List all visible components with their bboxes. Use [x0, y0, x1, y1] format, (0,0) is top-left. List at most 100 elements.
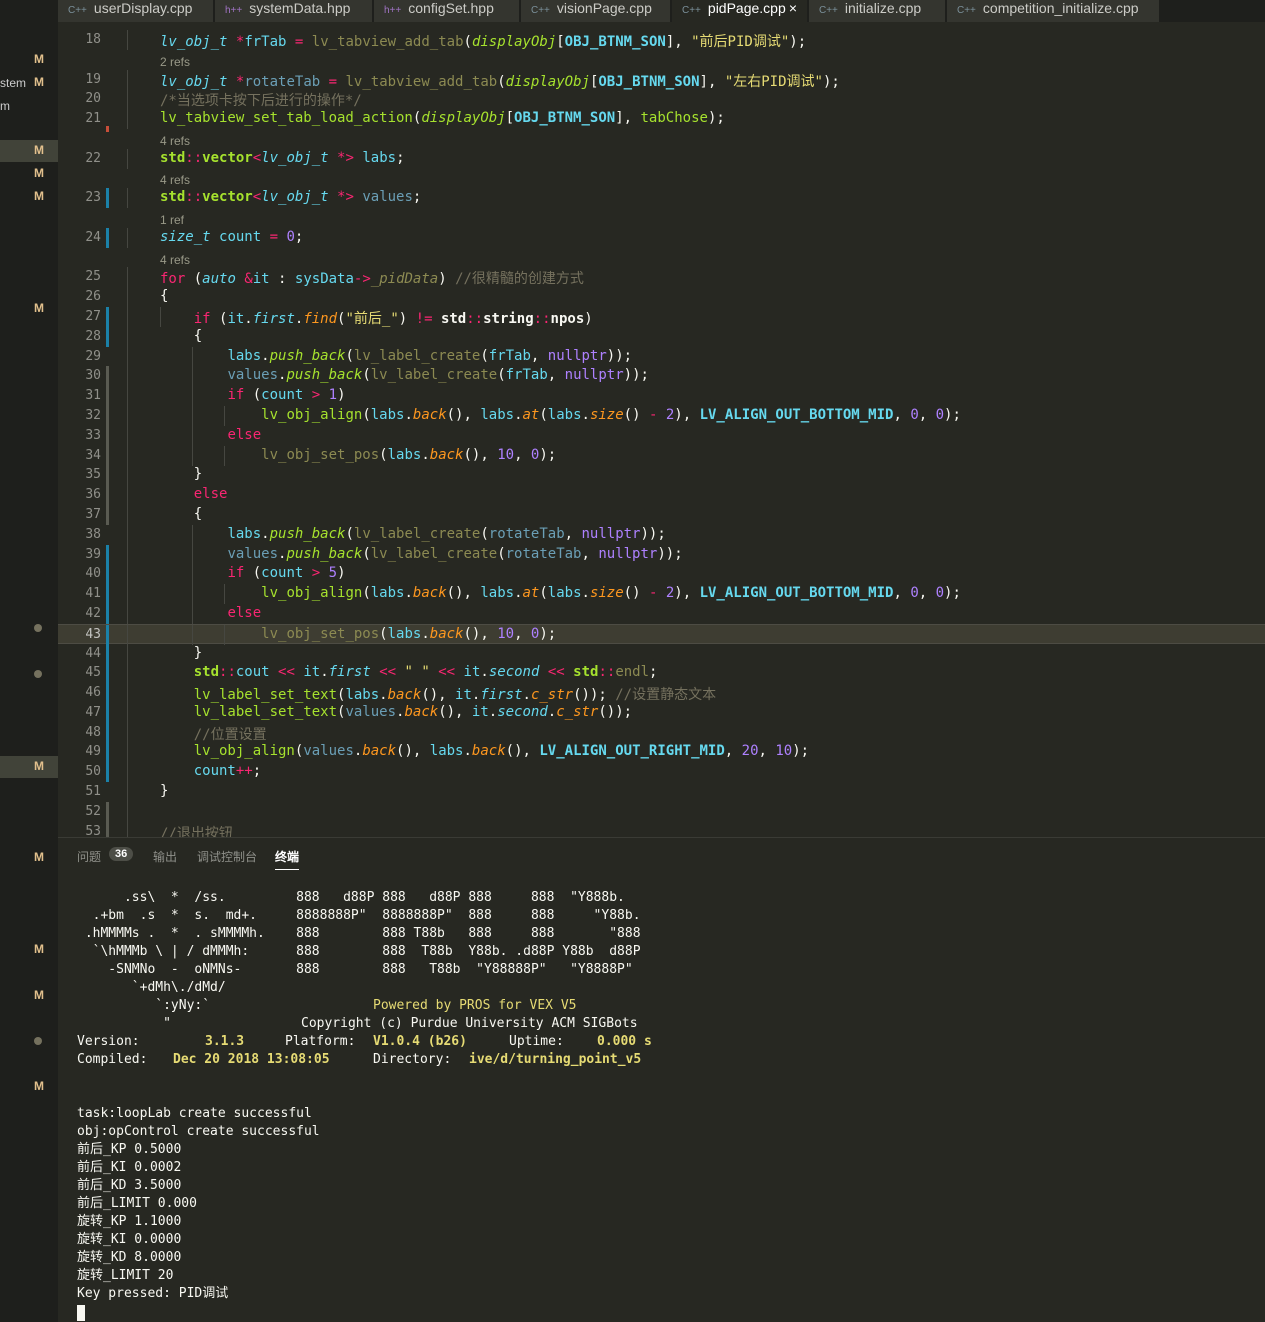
gutter-modified-marker[interactable]: [106, 327, 109, 347]
codelens-refs[interactable]: 4 refs: [160, 253, 190, 267]
explorer-item[interactable]: [0, 662, 58, 684]
codelens-refs[interactable]: 4 refs: [160, 173, 190, 187]
codelens-refs[interactable]: 2 refs: [160, 55, 190, 69]
tab-label: competition_initialize.cpp: [982, 0, 1139, 16]
banner-line: `\hMMMb \ | / dMMMh: 888 888 T88b Y88b. …: [77, 944, 641, 959]
gutter-marker[interactable]: [106, 465, 109, 485]
code-line: 44 }: [58, 644, 1265, 664]
directory-label: Directory:: [373, 1052, 452, 1067]
explorer-item[interactable]: M: [0, 1076, 58, 1098]
cpp-file-icon: C++: [531, 5, 550, 16]
gutter-marker[interactable]: [106, 366, 109, 386]
gutter-modified-marker[interactable]: [106, 545, 109, 565]
terminal-output[interactable]: .ss\ * /ss. 888 d88P 888 d88P 888 888 "Y…: [77, 889, 652, 1301]
explorer-item-selected[interactable]: M: [0, 140, 58, 162]
close-icon[interactable]: ×: [789, 0, 797, 16]
line-number: 46: [85, 685, 101, 700]
gutter-modified-marker[interactable]: [106, 188, 109, 208]
code-line: 20 /*当选项卡按下后进行的操作*/: [58, 89, 1265, 109]
log-line: task:loopLab create successful: [77, 1106, 312, 1121]
tab-output[interactable]: 输出: [153, 848, 177, 865]
code-editor[interactable]: 2 refs 4 refs 4 refs 1 ref 4 refs 18 lv_o…: [58, 22, 1265, 837]
gutter-modified-marker[interactable]: [106, 584, 109, 604]
gutter-modified-marker[interactable]: [106, 703, 109, 723]
tab-visionpage-cpp[interactable]: C++ visionPage.cpp: [521, 0, 671, 22]
code-line: 36 else: [58, 485, 1265, 505]
modified-marker: M: [34, 143, 44, 157]
tab-competition-initialize-cpp[interactable]: C++ competition_initialize.cpp: [947, 0, 1160, 22]
gutter-modified-marker[interactable]: [106, 604, 109, 624]
line-number: 36: [85, 487, 101, 502]
line-number: 49: [85, 744, 101, 759]
log-line: 旋转_KD 8.0000: [77, 1250, 182, 1265]
explorer-item[interactable]: m: [0, 95, 58, 117]
gutter-marker[interactable]: [106, 426, 109, 446]
line-text: else: [227, 605, 262, 621]
line-number: 45: [85, 665, 101, 680]
gutter-modified-marker[interactable]: [106, 723, 109, 743]
code-line: 28 {: [58, 327, 1265, 347]
modified-marker: M: [34, 75, 44, 89]
codelens-refs[interactable]: 4 refs: [160, 134, 190, 148]
modified-marker: M: [34, 166, 44, 180]
line-text: lv_label_set_text(labs.back(), it.first.…: [193, 687, 717, 703]
gutter-marker[interactable]: [106, 505, 109, 525]
gutter-marker[interactable]: [106, 386, 109, 406]
explorer-item[interactable]: [0, 616, 58, 638]
code-line: 18 lv_obj_t *frTab = lv_tabview_add_tab(d…: [58, 30, 1265, 50]
gutter-modified-marker[interactable]: [106, 307, 109, 327]
gutter-marker[interactable]: [106, 485, 109, 505]
gutter-modified-marker[interactable]: [106, 683, 109, 703]
modified-marker: M: [34, 189, 44, 203]
tab-problems[interactable]: 问题: [77, 848, 101, 865]
code-line: 38 labs.push_back(lv_label_create(rotate…: [58, 525, 1265, 545]
explorer-item[interactable]: M: [0, 985, 58, 1007]
explorer-item[interactable]: [0, 1029, 58, 1051]
gutter-modified-marker[interactable]: [106, 625, 109, 645]
gutter-modified-marker[interactable]: [106, 663, 109, 683]
log-line: 旋转_KI 0.0000: [77, 1232, 182, 1247]
gutter-modified-marker[interactable]: [106, 762, 109, 782]
tab-pidpage-cpp[interactable]: C++ pidPage.cpp ×: [672, 0, 808, 22]
uptime-value: 0.000 s: [597, 1034, 652, 1049]
gutter-marker[interactable]: [106, 406, 109, 426]
gutter-modified-marker[interactable]: [106, 564, 109, 584]
explorer-item[interactable]: M: [0, 847, 58, 869]
gutter-deletion-marker[interactable]: [106, 126, 109, 132]
tab-label: systemData.hpp: [249, 0, 351, 16]
explorer-item[interactable]: M: [0, 49, 58, 71]
gutter-modified-marker[interactable]: [106, 742, 109, 762]
explorer-item[interactable]: M: [0, 163, 58, 185]
line-number: 26: [85, 289, 101, 304]
explorer-item[interactable]: M: [0, 939, 58, 961]
tab-initialize-cpp[interactable]: C++ initialize.cpp: [809, 0, 946, 22]
code-line: 31 if (count > 1): [58, 386, 1265, 406]
tab-debug-console[interactable]: 调试控制台: [197, 848, 257, 865]
explorer-item[interactable]: M: [0, 186, 58, 208]
gutter-modified-marker[interactable]: [106, 228, 109, 248]
explorer-item[interactable]: stem M: [0, 72, 58, 94]
tab-userdisplay-cpp[interactable]: C++ userDisplay.cpp: [58, 0, 214, 22]
gutter-marker[interactable]: [106, 802, 109, 822]
compiled-row: Compiled: Dec 20 2018 13:08:05 Directory: i…: [77, 1051, 641, 1069]
line-text: lv_obj_set_pos(labs.back(), 10, 0);: [261, 626, 557, 642]
version-row: Version: 3.1.3 Platform: V1.0.4 (b26) Uptime…: [77, 1033, 652, 1051]
line-text: else: [193, 486, 228, 502]
gutter-modified-marker[interactable]: [106, 644, 109, 664]
code-line: 42 else: [58, 604, 1265, 624]
explorer-item[interactable]: M: [0, 298, 58, 320]
line-text: count++;: [193, 763, 262, 779]
cpp-file-icon: C++: [957, 5, 976, 16]
explorer-item-selected[interactable]: M: [0, 756, 58, 778]
gutter-marker[interactable]: [106, 822, 109, 837]
version-label: Version:: [77, 1034, 140, 1049]
gutter-marker[interactable]: [106, 446, 109, 466]
tab-configset-hpp[interactable]: h++ configSet.hpp: [374, 0, 520, 22]
hpp-file-icon: h++: [384, 5, 402, 16]
codelens-refs[interactable]: 1 ref: [160, 213, 184, 227]
line-number: 42: [85, 606, 101, 621]
cpp-file-icon: C++: [819, 5, 838, 16]
tab-systemdata-hpp[interactable]: h++ systemData.hpp: [215, 0, 373, 22]
tab-terminal[interactable]: 终端: [275, 848, 300, 870]
line-text: std::vector<lv_obj_t *> values;: [160, 189, 422, 205]
